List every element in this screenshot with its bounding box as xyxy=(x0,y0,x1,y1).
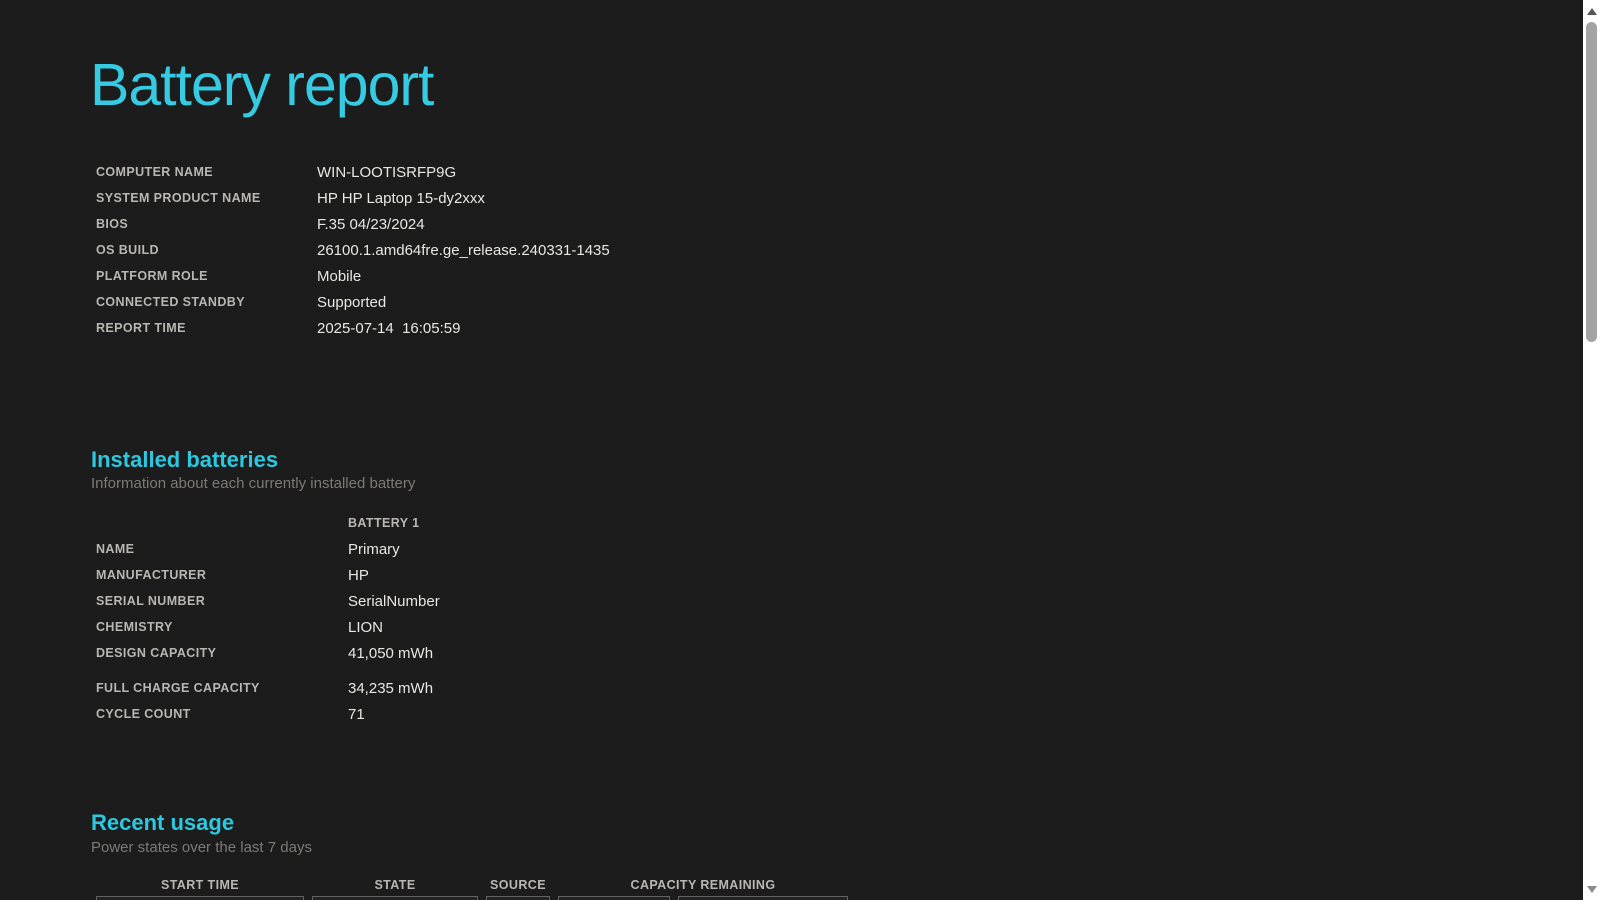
table-row: SYSTEM PRODUCT NAME HP HP Laptop 15-dy2x… xyxy=(96,185,610,211)
battery-label: FULL CHARGE CAPACITY xyxy=(96,681,260,695)
usage-first-row xyxy=(96,896,848,900)
info-label: OS BUILD xyxy=(96,243,159,257)
system-info-table: COMPUTER NAME WIN-LOOTISRFP9G SYSTEM PRO… xyxy=(96,159,610,341)
table-row: NAME Primary xyxy=(96,536,440,562)
info-label: REPORT TIME xyxy=(96,321,186,335)
installed-batteries-subtitle: Information about each currently install… xyxy=(91,475,416,492)
battery-value: HP xyxy=(348,566,369,584)
battery-column-header: BATTERY 1 xyxy=(348,516,420,530)
battery-label: CYCLE COUNT xyxy=(96,707,191,721)
table-row: MANUFACTURER HP xyxy=(96,562,440,588)
usage-header-row: START TIME STATE SOURCE CAPACITY REMAINI… xyxy=(96,874,848,896)
table-row: PLATFORM ROLE Mobile xyxy=(96,263,610,289)
info-label: CONNECTED STANDBY xyxy=(96,295,245,309)
installed-batteries-heading: Installed batteries xyxy=(91,447,279,472)
usage-column-header: STATE xyxy=(374,878,416,892)
usage-cell xyxy=(96,896,304,900)
table-row: DESIGN CAPACITY 41,050 mWh xyxy=(96,640,440,666)
battery-value: LION xyxy=(348,618,384,636)
usage-cell xyxy=(312,896,478,900)
row-spacer xyxy=(96,666,440,675)
battery-column-spacer xyxy=(96,510,348,536)
battery-value: 71 xyxy=(348,705,365,723)
usage-cell xyxy=(678,896,848,900)
recent-usage-subtitle: Power states over the last 7 days xyxy=(91,839,312,856)
usage-column-header: SOURCE xyxy=(490,878,546,892)
table-row: CONNECTED STANDBY Supported xyxy=(96,289,610,315)
scrollbar[interactable] xyxy=(1583,0,1600,900)
info-value: F.35 04/23/2024 xyxy=(317,215,425,233)
battery-value: 34,235 mWh xyxy=(348,679,434,697)
battery-value: SerialNumber xyxy=(348,592,440,610)
usage-cell xyxy=(558,896,670,900)
table-row: CHEMISTRY LION xyxy=(96,614,440,640)
info-value: Supported xyxy=(317,293,387,311)
info-label: COMPUTER NAME xyxy=(96,165,214,179)
recent-usage-table: START TIME STATE SOURCE CAPACITY REMAINI… xyxy=(88,874,856,900)
info-value: WIN-LOOTISRFP9G xyxy=(317,163,457,181)
recent-usage-heading: Recent usage xyxy=(91,810,235,835)
table-row: SERIAL NUMBER SerialNumber xyxy=(96,588,440,614)
info-label: PLATFORM ROLE xyxy=(96,269,208,283)
usage-cell xyxy=(486,896,550,900)
battery-label: SERIAL NUMBER xyxy=(96,594,206,608)
scrollbar-thumb[interactable] xyxy=(1586,22,1597,342)
table-row: BIOS F.35 04/23/2024 xyxy=(96,211,610,237)
page-title: Battery report xyxy=(90,52,434,118)
info-value: Mobile xyxy=(317,267,362,285)
table-row: OS BUILD 26100.1.amd64fre.ge_release.240… xyxy=(96,237,610,263)
info-label: BIOS xyxy=(96,217,129,231)
table-row: COMPUTER NAME WIN-LOOTISRFP9G xyxy=(96,159,610,185)
usage-column-header: START TIME xyxy=(160,878,240,892)
battery-label: CHEMISTRY xyxy=(96,620,173,634)
battery-value: 41,050 mWh xyxy=(348,644,434,662)
table-row: BATTERY 1 xyxy=(96,510,440,536)
info-label: SYSTEM PRODUCT NAME xyxy=(96,191,261,205)
battery-label: DESIGN CAPACITY xyxy=(96,646,217,660)
info-value: 26100.1.amd64fre.ge_release.240331-1435 xyxy=(317,241,610,259)
table-row: REPORT TIME 2025-07-14 16:05:59 xyxy=(96,315,610,341)
battery-label: NAME xyxy=(96,542,135,556)
usage-column-header: CAPACITY REMAINING xyxy=(630,878,776,892)
battery-label: MANUFACTURER xyxy=(96,568,207,582)
table-row: FULL CHARGE CAPACITY 34,235 mWh xyxy=(96,675,440,701)
table-row: CYCLE COUNT 71 xyxy=(96,701,440,727)
battery-value: Primary xyxy=(348,540,400,558)
info-value: 2025-07-14 16:05:59 xyxy=(317,319,461,337)
installed-batteries-table: BATTERY 1 NAME Primary MANUFACTURER HP S… xyxy=(96,510,440,727)
info-value: HP HP Laptop 15-dy2xxx xyxy=(317,189,485,207)
scroll-up-icon[interactable] xyxy=(1586,8,1597,15)
scroll-down-icon[interactable] xyxy=(1586,886,1597,893)
